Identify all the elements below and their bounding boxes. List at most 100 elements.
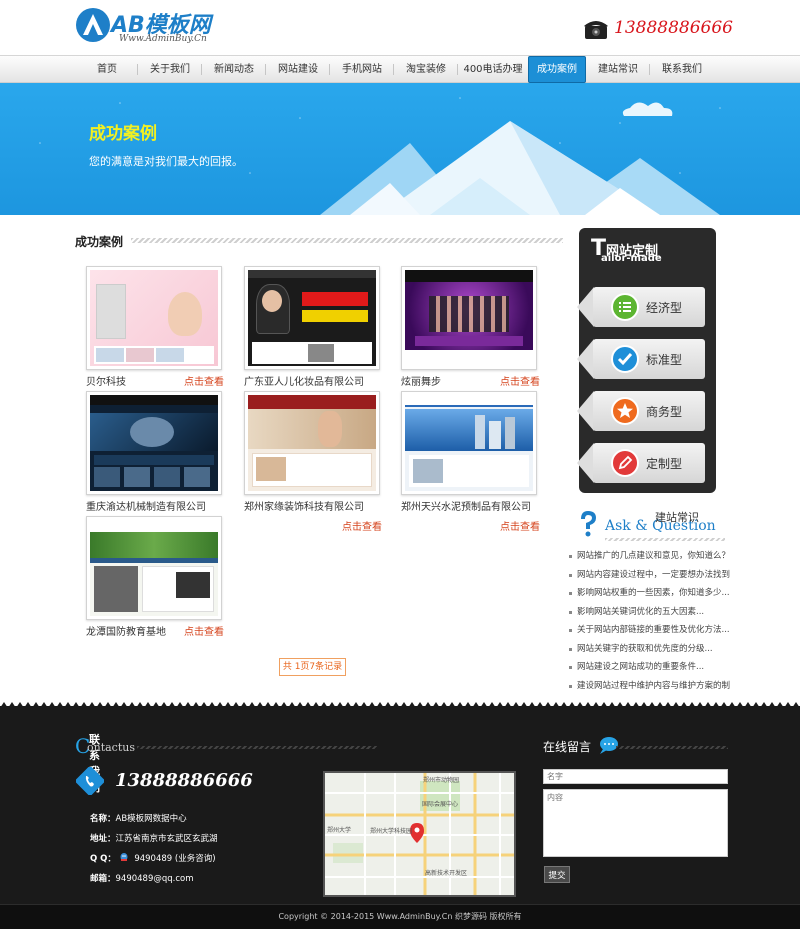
news-item[interactable]: 关于网站内部链接的重要性及优化方法...: [568, 621, 730, 640]
mountain-illustration: [0, 83, 800, 215]
question-mark-icon: [581, 511, 596, 537]
nav-item-label: 新闻动态: [214, 64, 254, 75]
section-header: 成功案例: [75, 232, 565, 250]
nav-item-tips[interactable]: 建站常识: [586, 56, 650, 83]
case-thumbnail[interactable]: [244, 391, 380, 495]
page-banner: 成功案例 您的满意是对我们最大的回报。: [0, 83, 800, 215]
case-name[interactable]: 郑州天兴水泥预制品有限公司: [401, 498, 531, 513]
map-label: 郑州大学科技园: [370, 828, 413, 835]
case-thumbnail[interactable]: [401, 391, 537, 495]
case-thumbnail[interactable]: [86, 391, 222, 495]
nav-item-label: 联系我们: [662, 64, 702, 75]
section-title: 成功案例: [75, 233, 130, 250]
tailor-option-label: 定制型: [646, 457, 683, 471]
pencil-icon: [611, 449, 639, 477]
main-nav: 首页 关于我们 新闻动态 网站建设 手机网站 淘宝装修 400电话办理 成功案例…: [0, 55, 800, 83]
case-name[interactable]: 重庆渝达机械制造有限公司: [86, 498, 206, 513]
chat-bubble-icon: [599, 737, 618, 754]
logo-subtitle: Www.AdminBuy.Cn: [119, 34, 207, 44]
case-name[interactable]: 龙潭国防教育基地: [86, 623, 166, 638]
qq-icon[interactable]: [119, 852, 129, 862]
case-more-link[interactable]: 点击查看: [184, 623, 224, 638]
tailor-option-custom[interactable]: 定制型: [575, 443, 705, 483]
tailor-option-label: 商务型: [646, 405, 683, 419]
case-name[interactable]: 广东亚人儿化妆品有限公司: [244, 373, 364, 388]
ask-title-cn: 建站常识: [655, 511, 699, 524]
case-thumbnail[interactable]: [244, 266, 380, 370]
footer-phone-number: 13888886666: [115, 770, 253, 791]
news-item[interactable]: 建设网站过程中维护内容与维护方案的制...: [568, 677, 730, 696]
pagination-info[interactable]: 共 1页7条记录: [279, 658, 346, 676]
case-thumbnail[interactable]: [86, 516, 222, 620]
nav-item-cases[interactable]: 成功案例: [528, 56, 586, 83]
submit-button[interactable]: 提交: [544, 866, 570, 883]
nav-item-label: 手机网站: [342, 64, 382, 75]
header-phone-number: 13888886666: [614, 18, 733, 38]
ask-question-header: Ask & Question 建站常识: [575, 506, 725, 546]
message-divider: [616, 746, 728, 749]
news-item[interactable]: 网站推广的几点建议和意见，你知道么？...: [568, 547, 730, 566]
tailor-subtitle: ailor-made: [601, 253, 662, 264]
logo-mark-icon: [76, 8, 110, 42]
nav-item-home[interactable]: 首页: [76, 56, 138, 83]
nav-item-label: 网站建设: [278, 64, 318, 75]
case-more-link[interactable]: 点击查看: [500, 518, 540, 533]
check-icon: [611, 345, 639, 373]
map-label: 郑州大学: [327, 827, 352, 834]
site-logo[interactable]: AB模板网 Www.AdminBuy.Cn: [75, 7, 225, 47]
nav-item-taobao[interactable]: 淘宝装修: [394, 56, 458, 83]
message-textarea[interactable]: [543, 789, 728, 857]
case-more-link[interactable]: 点击查看: [342, 518, 382, 533]
case-thumbnail[interactable]: [86, 266, 222, 370]
map-label: 郑州市动物园: [423, 777, 460, 784]
case-more-link[interactable]: 点击查看: [500, 373, 540, 388]
footer-email: 邮箱：9490489@qq.com: [90, 874, 194, 884]
nav-item-label: 关于我们: [150, 64, 190, 75]
tailor-option-business[interactable]: 商务型: [575, 391, 705, 431]
news-item[interactable]: 影响网站权重的一些因素，你知道多少...: [568, 584, 730, 603]
ask-divider: [605, 538, 725, 541]
footer-address: 地址：江苏省南京市玄武区玄武湖: [90, 834, 218, 844]
case-name[interactable]: 炫丽舞步: [401, 373, 441, 388]
list-icon: [611, 293, 639, 321]
map-label: 国际会展中心: [422, 801, 459, 808]
case-name[interactable]: 贝尔科技: [86, 373, 126, 388]
banner-subtitle: 您的满意是对我们最大的回报。: [89, 155, 243, 168]
banner-title: 成功案例: [89, 124, 157, 144]
tailor-option-label: 标准型: [646, 353, 683, 367]
news-item[interactable]: 影响网站关键词优化的五大因素...: [568, 603, 730, 622]
case-more-link[interactable]: 点击查看: [184, 373, 224, 388]
nav-item-about[interactable]: 关于我们: [138, 56, 202, 83]
nav-item-label: 首页: [97, 64, 117, 75]
tailor-option-label: 经济型: [646, 301, 683, 315]
news-item[interactable]: 网站内容建设过程中，一定要想办法找到能...: [568, 566, 730, 585]
section-divider: [131, 238, 563, 243]
nav-item-label: 400电话办理: [463, 64, 523, 75]
nav-item-contact[interactable]: 联系我们: [650, 56, 714, 83]
tailor-option-standard[interactable]: 标准型: [575, 339, 705, 379]
star-icon: [611, 397, 639, 425]
message-title: 在线留言: [543, 736, 619, 755]
map-label: 高新技术开发区: [425, 870, 468, 877]
case-name[interactable]: 郑州家缘装饰科技有限公司: [244, 498, 364, 513]
news-list: 网站推广的几点建议和意见，你知道么？... 网站内容建设过程中，一定要想办法找到…: [568, 547, 730, 695]
news-item[interactable]: 网站关键字的获取和优先度的分级...: [568, 640, 730, 659]
case-thumbnail[interactable]: [401, 266, 537, 370]
copyright-bar: Copyright © 2014-2015 Www.AdminBuy.Cn 织梦…: [0, 904, 800, 929]
nav-item-news[interactable]: 新闻动态: [202, 56, 266, 83]
nav-item-label: 淘宝装修: [406, 64, 446, 75]
nav-item-label: 建站常识: [598, 64, 638, 75]
news-item[interactable]: 网站建设之网站成功的重要条件...: [568, 658, 730, 677]
phone-icon: [76, 767, 104, 795]
footer-company-name: 名称：AB模板网数据中心: [90, 814, 187, 824]
nav-item-website[interactable]: 网站建设: [266, 56, 330, 83]
tailor-option-economy[interactable]: 经济型: [575, 287, 705, 327]
name-input[interactable]: [543, 769, 728, 784]
nav-item-label: 成功案例: [537, 64, 577, 75]
top-bar: AB模板网 Www.AdminBuy.Cn 13888886666: [0, 0, 800, 55]
location-map[interactable]: 郑州市动物园 国际会展中心 郑州大学 郑州大学科技园 高新技术开发区: [323, 771, 516, 897]
telephone-icon: [584, 21, 608, 39]
nav-item-400[interactable]: 400电话办理: [458, 56, 528, 83]
footer-qq: Q Q： 9490489 (业务咨询): [90, 852, 216, 864]
nav-item-mobile[interactable]: 手机网站: [330, 56, 394, 83]
